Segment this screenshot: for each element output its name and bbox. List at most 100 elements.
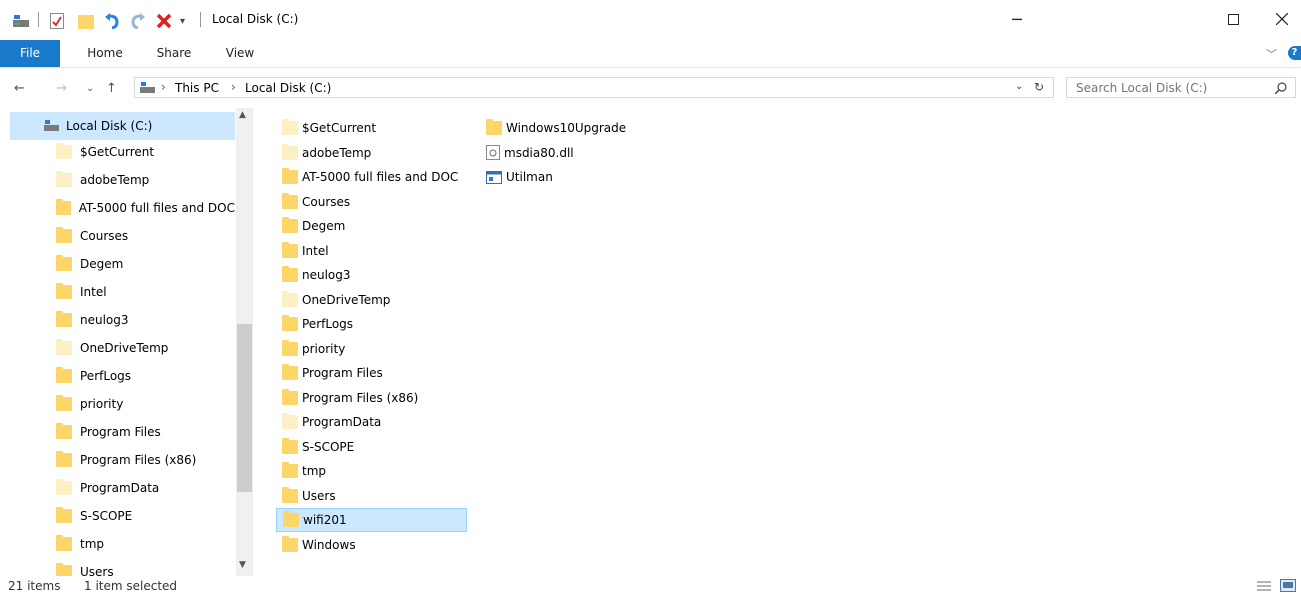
back-icon[interactable]: ← [14,81,25,96]
large-icons-view-icon[interactable] [1280,579,1296,595]
title-bar: ▾ Local Disk (C:) ─ [0,0,1301,40]
scrollbar-thumb[interactable] [237,324,252,492]
search-icon[interactable] [1275,82,1287,94]
nav-item[interactable]: Courses [0,222,235,250]
item-label: PerfLogs [80,369,132,383]
details-view-icon[interactable] [1257,580,1271,595]
tab-file[interactable]: File [0,40,60,67]
close-button[interactable] [1262,4,1301,34]
scroll-up-icon[interactable]: ▲ [239,110,246,120]
nav-item[interactable]: Program Files [0,418,235,446]
nav-item[interactable]: $GetCurrent [0,138,235,166]
nav-item[interactable]: ProgramData [0,474,235,502]
nav-item[interactable]: AT-5000 full files and DOC [0,194,235,222]
item-label: Courses [302,194,351,209]
address-dropdown-icon[interactable]: ⌄ [1015,81,1023,92]
breadcrumb-separator-icon: › [161,80,166,94]
nav-item[interactable]: Program Files (x86) [0,446,235,474]
undo-icon[interactable] [104,12,120,30]
properties-icon[interactable] [50,12,64,30]
item-label: wifi201 [303,513,347,527]
search-input[interactable] [1074,78,1258,98]
file-item[interactable]: Courses [276,190,467,214]
file-item[interactable]: ProgramData [276,410,467,434]
help-icon[interactable]: ? [1288,46,1301,60]
customize-toolbar-icon[interactable]: ▾ [180,12,185,30]
item-label: msdia80.dll [504,145,574,160]
file-item[interactable]: wifi201 [276,508,467,532]
file-item[interactable]: adobeTemp [276,141,467,165]
delete-icon[interactable] [156,12,172,30]
file-item[interactable]: priority [276,337,467,361]
item-label: adobeTemp [302,145,372,160]
tab-view[interactable]: View [212,40,268,67]
nav-item[interactable]: Users [0,558,235,576]
maximize-icon [1227,13,1239,25]
redo-icon[interactable] [130,12,146,30]
item-count: 21 items [8,579,61,593]
file-item[interactable]: Program Files (x86) [276,386,467,410]
nav-item[interactable]: PerfLogs [0,362,235,390]
nav-item[interactable]: Intel [0,278,235,306]
file-item[interactable]: Program Files [276,361,467,385]
file-item[interactable]: Windows10Upgrade [484,116,634,140]
file-item[interactable]: neulog3 [276,263,467,287]
folder-icon [56,171,72,187]
file-item[interactable]: Windows [276,533,467,557]
recent-locations-icon[interactable]: ⌄ [86,83,94,94]
item-label: Intel [80,285,107,299]
folder-icon [56,227,72,243]
file-item[interactable]: msdia80.dll [484,141,634,165]
folder-icon [56,451,72,467]
breadcrumb-local-disk[interactable]: Local Disk (C:) [245,81,331,95]
maximize-button[interactable] [1210,4,1256,34]
item-label: ProgramData [80,481,160,495]
nav-item[interactable]: adobeTemp [0,166,235,194]
navigation-pane: Local Disk (C:) $GetCurrent adobeTemp AT-5… [0,108,256,576]
new-folder-icon[interactable] [78,12,94,30]
nav-item[interactable]: neulog3 [0,306,235,334]
file-item[interactable]: tmp [276,459,467,483]
file-item[interactable]: Utilman [484,165,634,189]
item-label: Program Files [302,366,383,380]
nav-item[interactable]: priority [0,390,235,418]
file-item[interactable]: S-SCOPE [276,435,467,459]
breadcrumb-this-pc[interactable]: This PC [175,81,219,95]
item-label: tmp [302,464,327,478]
file-item[interactable]: Users [276,484,467,508]
folder-icon [282,266,298,282]
file-item[interactable]: Intel [276,239,467,263]
item-label: S-SCOPE [302,439,355,454]
nav-item[interactable]: Degem [0,250,235,278]
nav-item[interactable]: S-SCOPE [0,502,235,530]
minimize-button[interactable]: ─ [994,4,1040,34]
forward-icon[interactable]: → [56,81,67,96]
search-box[interactable] [1066,77,1296,98]
file-item[interactable]: Degem [276,214,467,238]
nav-item-label: Local Disk (C:) [66,119,153,133]
nav-item[interactable]: tmp [0,530,235,558]
expand-ribbon-icon[interactable]: ﹀ [1266,46,1277,62]
folder-icon [282,364,298,380]
folder-icon [282,119,298,135]
refresh-icon[interactable]: ↻ [1034,80,1044,94]
folder-icon [282,388,298,405]
scroll-down-icon[interactable]: ▼ [239,560,246,570]
item-label: adobeTemp [80,173,150,187]
nav-item[interactable]: OneDriveTemp [0,334,235,362]
tab-home[interactable]: Home [74,40,136,67]
folder-icon [56,479,72,495]
tab-share[interactable]: Share [142,40,206,67]
file-item[interactable]: OneDriveTemp [276,288,467,312]
up-icon[interactable]: ↑ [106,81,117,96]
nav-item-local-disk[interactable]: Local Disk (C:) [10,112,235,140]
file-item[interactable]: $GetCurrent [276,116,467,140]
file-item[interactable]: AT-5000 full files and DOC [276,165,467,189]
drive-icon[interactable] [12,12,30,30]
nav-scrollbar[interactable]: ▲ ▼ [236,108,253,576]
file-item[interactable]: PerfLogs [276,312,467,336]
drive-icon [140,80,156,97]
address-bar[interactable]: › This PC › Local Disk (C:) ⌄ ↻ [134,77,1054,98]
folder-icon [282,339,298,356]
folder-icon [282,290,298,307]
